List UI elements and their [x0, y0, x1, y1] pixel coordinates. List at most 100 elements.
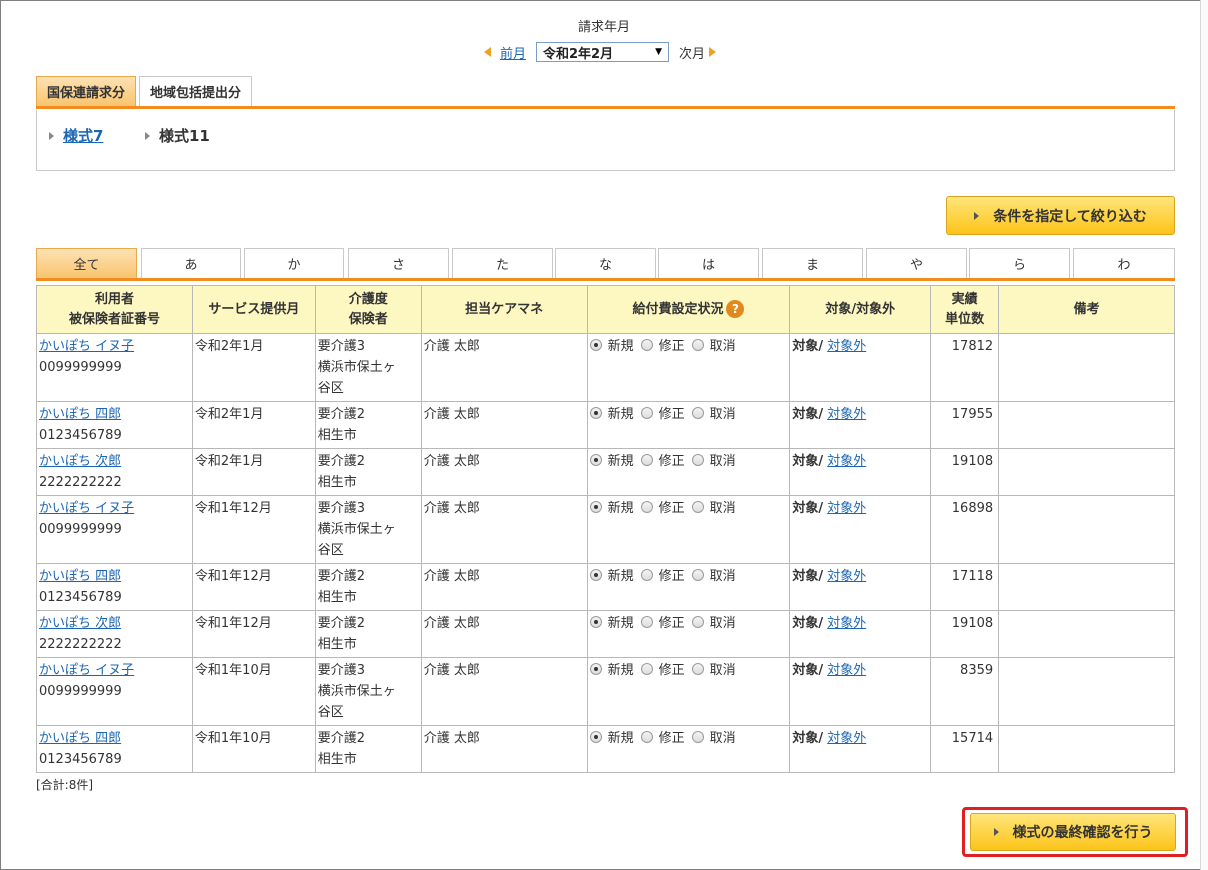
non-target-link[interactable]: 対象外 [827, 454, 866, 469]
target-cell: 対象/ 対象外 [789, 610, 932, 658]
non-target-link[interactable]: 対象外 [827, 731, 866, 746]
help-icon[interactable]: ? [726, 300, 745, 318]
benefit-status-cell: 新規 修正 取消 [586, 401, 791, 449]
month-navigation: 前月 令和2年2月 ▼ 次月 [484, 41, 717, 63]
non-target-link[interactable]: 対象外 [827, 407, 866, 422]
kana-tab-a[interactable]: あ [141, 248, 241, 278]
col-care-level: 介護度 保険者 [314, 285, 422, 334]
col-user: 利用者 被保険者証番号 [36, 285, 193, 334]
radio-revise[interactable] [640, 569, 653, 581]
radio-cancel[interactable] [691, 407, 704, 419]
col-benefit-status: 給付費設定状況? [586, 285, 791, 334]
radio-cancel[interactable] [691, 731, 704, 743]
filter-button[interactable]: 条件を指定して絞り込む [946, 196, 1175, 235]
prev-arrow-icon[interactable] [484, 47, 491, 57]
radio-cancel[interactable] [691, 569, 704, 581]
user-name-link[interactable]: かいぽち イヌ子 [39, 339, 134, 354]
radio-cancel[interactable] [691, 454, 704, 466]
care-level: 要介護2 [317, 731, 366, 746]
kana-tab-ma[interactable]: ま [762, 248, 863, 278]
non-target-link[interactable]: 対象外 [827, 569, 866, 584]
form11-label[interactable]: 様式11 [159, 125, 210, 146]
user-name-link[interactable]: かいぽち イヌ子 [39, 501, 134, 516]
non-target-link[interactable]: 対象外 [827, 501, 866, 516]
kana-tab-ka[interactable]: か [244, 248, 344, 278]
kana-tab-wa[interactable]: わ [1073, 248, 1175, 278]
kana-tab-na[interactable]: な [555, 248, 656, 278]
kana-tab-all[interactable]: 全て [36, 248, 137, 278]
radio-new[interactable] [589, 569, 602, 581]
non-target-link[interactable]: 対象外 [827, 616, 866, 631]
vertical-scrollbar[interactable] [1200, 0, 1208, 870]
filter-button-label: 条件を指定して絞り込む [993, 208, 1147, 225]
radio-revise[interactable] [640, 339, 653, 351]
user-name-link[interactable]: かいぽち 次郎 [39, 454, 121, 469]
radio-new[interactable] [589, 501, 602, 513]
radio-new[interactable] [589, 616, 602, 628]
user-cell: かいぽち 四郎 0123456789 [36, 563, 193, 611]
insured-number: 0099999999 [39, 684, 122, 699]
radio-cancel[interactable] [691, 616, 704, 628]
service-month-cell: 令和1年12月 [191, 610, 316, 658]
radio-revise[interactable] [640, 454, 653, 466]
kana-tab-ha[interactable]: は [658, 248, 759, 278]
kana-tab-ya[interactable]: や [866, 248, 967, 278]
radio-new[interactable] [589, 731, 602, 743]
prev-month-link[interactable]: 前月 [500, 43, 526, 62]
care-level-cell: 要介護2 相生市 [314, 725, 422, 773]
care-manager-cell: 介護 太郎 [420, 563, 588, 611]
tab-kokuhoren[interactable]: 国保連請求分 [36, 76, 137, 106]
care-level-cell: 要介護2 相生市 [314, 401, 422, 449]
user-name-link[interactable]: かいぽち 四郎 [39, 569, 121, 584]
user-name-link[interactable]: かいぽち 四郎 [39, 407, 121, 422]
service-month-cell: 令和1年10月 [191, 657, 316, 726]
next-arrow-icon[interactable] [709, 47, 717, 57]
user-name-link[interactable]: かいぽち 四郎 [39, 731, 121, 746]
kana-tabs: 全て あ か さ た な は ま や ら わ [36, 248, 1175, 278]
non-target-link[interactable]: 対象外 [827, 663, 866, 678]
month-select-value: 令和2年2月 [543, 46, 614, 62]
radio-cancel[interactable] [691, 501, 704, 513]
radio-revise[interactable] [640, 616, 653, 628]
user-cell: かいぽち 四郎 0123456789 [36, 401, 193, 449]
table-row: かいぽち イヌ子 0099999999 令和2年1月 要介護3 横浜市保土ヶ谷区 介護 太… [36, 333, 1175, 402]
radio-new[interactable] [589, 454, 602, 466]
next-month-label[interactable]: 次月 [679, 43, 705, 62]
target-cell: 対象/ 対象外 [789, 448, 932, 496]
radio-new[interactable] [589, 663, 602, 675]
kana-tab-sa[interactable]: さ [348, 248, 449, 278]
insured-number: 2222222222 [39, 475, 122, 490]
kana-tab-ta[interactable]: た [452, 248, 553, 278]
final-confirm-button[interactable]: 様式の最終確認を行う [970, 813, 1176, 851]
table-row: かいぽち イヌ子 0099999999 令和1年12月 要介護3 横浜市保土ヶ谷区 介護 … [36, 495, 1175, 564]
radio-revise[interactable] [640, 663, 653, 675]
radio-revise[interactable] [640, 731, 653, 743]
user-cell: かいぽち 次郎 2222222222 [36, 610, 193, 658]
insured-number: 0099999999 [39, 360, 122, 375]
insurer: 相生市 [317, 752, 357, 767]
kana-tab-ra[interactable]: ら [969, 248, 1070, 278]
radio-cancel[interactable] [691, 339, 704, 351]
radio-revise[interactable] [640, 501, 653, 513]
target-cell: 対象/ 対象外 [789, 563, 932, 611]
radio-new[interactable] [589, 339, 602, 351]
benefit-status-cell: 新規 修正 取消 [586, 448, 791, 496]
user-cell: かいぽち イヌ子 0099999999 [36, 333, 193, 402]
table-row: かいぽち 次郎 2222222222 令和2年1月 要介護2 相生市 介護 太郎 新規 修正取… [36, 448, 1175, 496]
target-cell: 対象/ 対象外 [789, 401, 932, 449]
radio-cancel[interactable] [691, 663, 704, 675]
remarks-cell [998, 495, 1175, 564]
radio-new[interactable] [589, 407, 602, 419]
month-select[interactable]: 令和2年2月 ▼ [536, 42, 670, 62]
form7-link[interactable]: 様式7 [63, 125, 103, 146]
tab-chiiki-houkatsu[interactable]: 地域包括提出分 [139, 76, 253, 106]
non-target-link[interactable]: 対象外 [827, 339, 866, 354]
service-month-cell: 令和1年12月 [191, 563, 316, 611]
care-manager-cell: 介護 太郎 [420, 401, 588, 449]
care-level: 要介護3 [317, 663, 366, 678]
benefit-status-cell: 新規 修正 取消 [586, 657, 791, 726]
user-name-link[interactable]: かいぽち イヌ子 [39, 663, 134, 678]
radio-revise[interactable] [640, 407, 653, 419]
report-tabs: 国保連請求分 地域包括提出分 [36, 76, 255, 106]
user-name-link[interactable]: かいぽち 次郎 [39, 616, 121, 631]
